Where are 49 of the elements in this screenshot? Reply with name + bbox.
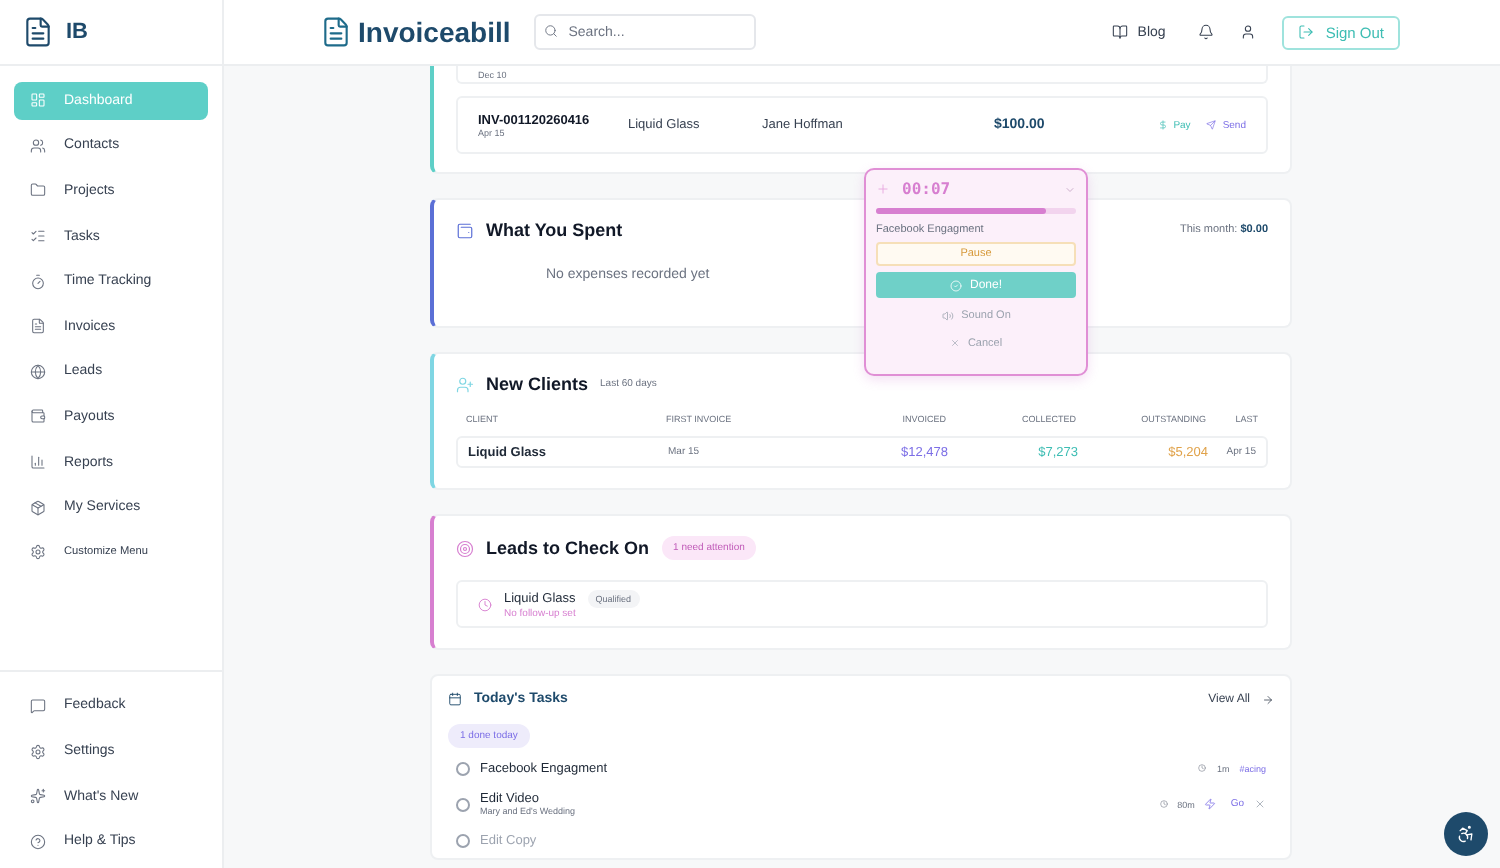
user-plus-icon [456,375,474,393]
card-title: Leads to Check On [486,538,650,558]
wallet-icon [456,221,474,239]
arrow-right-icon [1262,693,1274,705]
chevron-icon [1064,183,1076,195]
speaker-icon [941,309,954,321]
task-checkbox[interactable] [456,833,470,847]
plus-icon [876,182,890,196]
lightning-icon [1204,798,1217,810]
card-title: What You Spent [486,220,623,240]
help-icon [30,833,46,850]
people-icon [30,137,46,154]
settings-icon [30,544,46,561]
settings-icon [30,743,46,760]
list-icon [30,228,46,245]
task-checkbox[interactable] [456,797,470,811]
timer-readout: 00:07 [902,180,951,198]
card-title: New Clients [486,374,589,394]
timer-icon [30,273,46,290]
document-icon [30,318,46,335]
clock-icon [1198,764,1207,772]
send-icon [1206,120,1217,130]
clock-icon [1159,800,1168,808]
sign-out-icon [1297,24,1314,40]
document-logo-icon [320,16,352,48]
chat-icon [30,697,46,714]
package-icon [30,499,46,516]
target-icon [456,539,474,557]
dollar-icon [1157,120,1168,130]
folder-icon [30,182,46,199]
bar-chart-icon [30,454,46,471]
accessibility-button[interactable] [1444,812,1488,856]
globe-icon [30,363,46,380]
search-icon [544,24,559,38]
book-icon [1111,24,1128,40]
check-circle-icon [949,279,962,291]
user-icon [1239,24,1256,40]
wallet-icon [30,408,46,425]
document-logo-icon [22,16,54,48]
notification-icon [1197,24,1214,40]
clock-icon [478,597,492,611]
task-checkbox[interactable] [456,761,470,775]
close-icon [1254,798,1266,810]
calendar-icon [448,692,462,706]
app-logo[interactable]: Invoiceabill [358,16,511,48]
dashboard-icon [30,92,46,109]
accessibility-icon [1456,822,1476,846]
brand-initials: IB [66,20,88,44]
sparkle-icon [30,788,46,805]
